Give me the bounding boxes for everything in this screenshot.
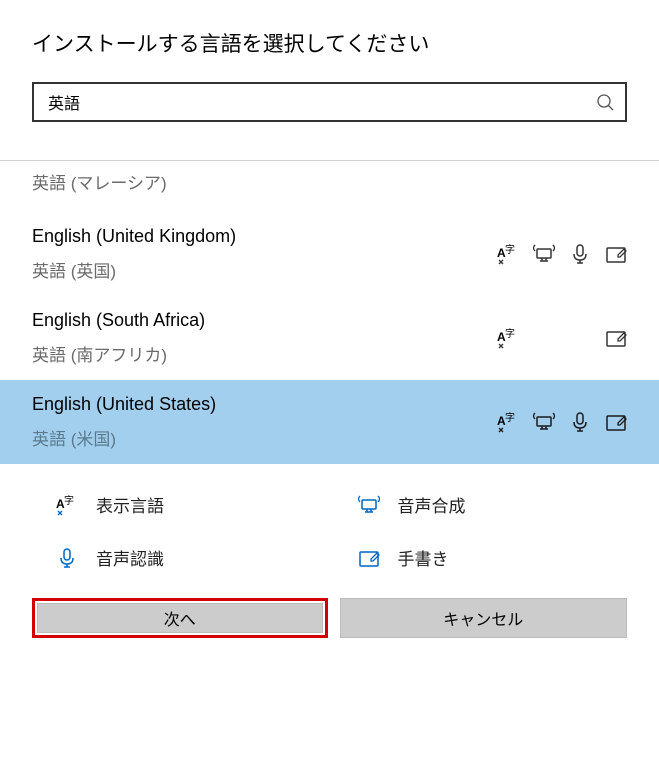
legend-handwriting: 手書き: [358, 545, 620, 570]
speech-icon: [569, 243, 591, 265]
next-button-highlight: 次へ: [32, 598, 328, 638]
language-list: 英語 (マレーシア) English (United Kingdom) 英語 (英国…: [0, 161, 659, 464]
legend-tts: 音声合成: [358, 492, 620, 517]
language-secondary-label: 英語 (米国): [32, 425, 497, 450]
language-primary-label: English (United States): [32, 394, 497, 415]
handwriting-icon: [358, 547, 380, 569]
feature-legend: 表示言語 音声合成 音声認識 手書き: [0, 464, 659, 598]
tts-icon: [533, 411, 555, 433]
language-secondary-label: 英語 (マレーシア): [32, 169, 627, 194]
handwriting-icon: [605, 411, 627, 433]
feature-icons: [497, 243, 627, 265]
language-secondary-label: 英語 (英国): [32, 257, 497, 282]
legend-display: 表示言語: [56, 492, 318, 517]
language-item[interactable]: English (South Africa) 英語 (南アフリカ): [0, 296, 659, 380]
legend-speech: 音声認識: [56, 545, 318, 570]
legend-display-label: 表示言語: [96, 492, 164, 517]
display-language-icon: [497, 411, 519, 433]
search-icon: [595, 92, 615, 112]
search-box[interactable]: [32, 82, 627, 122]
tts-icon: [533, 243, 555, 265]
language-item[interactable]: 英語 (マレーシア): [0, 161, 659, 212]
handwriting-icon: [605, 243, 627, 265]
cancel-button[interactable]: キャンセル: [340, 598, 628, 638]
speech-icon: [569, 411, 591, 433]
language-primary-label: English (South Africa): [32, 310, 497, 331]
tts-icon: [358, 494, 380, 516]
speech-icon: [56, 547, 78, 569]
display-language-icon: [56, 494, 78, 516]
language-item[interactable]: English (United States) 英語 (米国): [0, 380, 659, 464]
display-language-icon: [497, 243, 519, 265]
feature-icons: [497, 327, 627, 349]
legend-handwriting-label: 手書き: [398, 545, 449, 570]
language-primary-label: English (United Kingdom): [32, 226, 497, 247]
legend-speech-label: 音声認識: [96, 545, 164, 570]
legend-tts-label: 音声合成: [398, 492, 466, 517]
button-row: 次へ キャンセル: [0, 598, 659, 668]
next-button[interactable]: 次へ: [37, 603, 323, 633]
display-language-icon: [497, 327, 519, 349]
language-item[interactable]: English (United Kingdom) 英語 (英国): [0, 212, 659, 296]
dialog-title: インストールする言語を選択してください: [32, 28, 627, 58]
handwriting-icon: [605, 327, 627, 349]
search-input[interactable]: [48, 93, 595, 111]
language-secondary-label: 英語 (南アフリカ): [32, 341, 497, 366]
feature-icons: [497, 411, 627, 433]
